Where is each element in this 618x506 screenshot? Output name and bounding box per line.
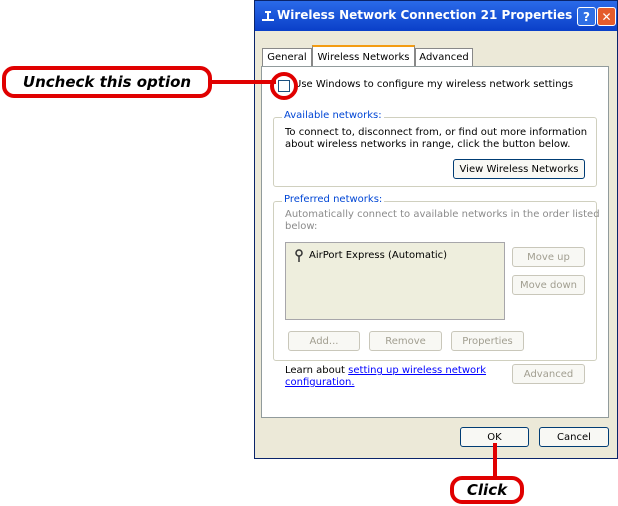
setup-wireless-link-2[interactable]: configuration. xyxy=(285,377,355,389)
checkbox-highlight-circle xyxy=(270,72,298,100)
help-icon: ? xyxy=(583,9,590,24)
advanced-label: Advanced xyxy=(523,368,574,380)
available-networks-text-1: To connect to, disconnect from, or find … xyxy=(285,127,588,138)
close-icon: ✕ xyxy=(601,9,612,24)
add-label: Add... xyxy=(309,335,339,347)
click-callout: Click xyxy=(450,476,524,504)
help-button[interactable]: ? xyxy=(577,7,596,26)
ok-label: OK xyxy=(487,431,502,443)
preferred-networks-text-1: Automatically connect to available netwo… xyxy=(285,209,600,220)
preferred-network-item[interactable]: AirPort Express (Automatic) xyxy=(309,250,447,261)
uncheck-callout-text: Uncheck this option xyxy=(22,73,192,91)
wireless-network-icon xyxy=(295,249,303,262)
setup-wireless-link[interactable]: setting up wireless network xyxy=(348,365,486,376)
click-callout-connector xyxy=(493,443,497,479)
move-down-label: Move down xyxy=(520,279,577,291)
use-windows-checkbox-label[interactable]: Use Windows to configure my wireless net… xyxy=(294,79,573,90)
properties-button[interactable]: Properties xyxy=(451,331,524,351)
window-title: Wireless Network Connection 21 Propertie… xyxy=(277,8,573,22)
cancel-button[interactable]: Cancel xyxy=(539,427,609,447)
available-networks-legend: Available networks: xyxy=(282,110,384,121)
tab-advanced-label: Advanced xyxy=(419,52,469,63)
click-callout-text: Click xyxy=(466,481,508,499)
add-button[interactable]: Add... xyxy=(288,331,360,351)
uncheck-callout-connector xyxy=(212,80,276,84)
tab-general-label: General xyxy=(267,52,307,63)
view-wireless-networks-label: View Wireless Networks xyxy=(459,163,579,175)
network-connection-icon xyxy=(262,11,274,21)
advanced-button[interactable]: Advanced xyxy=(512,364,585,384)
cancel-label: Cancel xyxy=(557,431,591,443)
preferred-networks-text-2: below: xyxy=(285,221,318,232)
title-bar[interactable]: Wireless Network Connection 21 Propertie… xyxy=(255,1,617,31)
uncheck-callout: Uncheck this option xyxy=(2,66,212,98)
preferred-networks-legend: Preferred networks: xyxy=(282,194,385,205)
move-up-label: Move up xyxy=(527,251,570,263)
available-networks-text-2: about wireless networks in range, click … xyxy=(285,139,571,150)
view-wireless-networks-button[interactable]: View Wireless Networks xyxy=(453,159,585,179)
tab-wireless-networks-label: Wireless Networks xyxy=(317,51,410,63)
move-down-button[interactable]: Move down xyxy=(512,275,585,295)
move-up-button[interactable]: Move up xyxy=(512,247,585,267)
properties-label: Properties xyxy=(462,335,513,347)
tab-wireless-networks[interactable]: Wireless Networks xyxy=(312,45,415,67)
learn-about-text: Learn about setting up wireless network xyxy=(285,365,486,377)
remove-label: Remove xyxy=(385,335,426,347)
tab-advanced[interactable]: Advanced xyxy=(415,48,473,66)
tab-general[interactable]: General xyxy=(262,48,312,66)
learn-about-prefix: Learn about xyxy=(285,365,349,376)
remove-button[interactable]: Remove xyxy=(369,331,442,351)
close-button[interactable]: ✕ xyxy=(597,7,616,26)
